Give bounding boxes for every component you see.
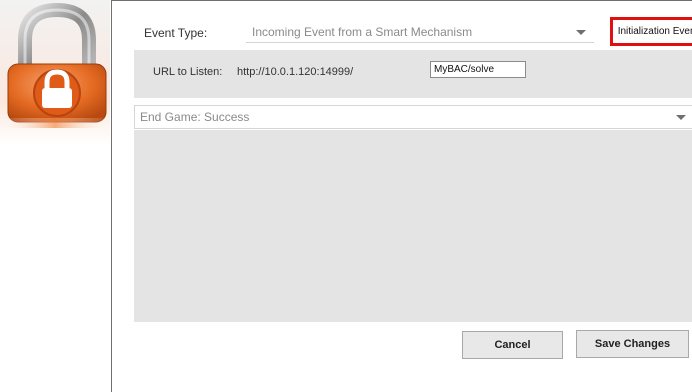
save-changes-button[interactable]: Save Changes [576, 330, 689, 358]
event-content-area [134, 130, 692, 322]
cancel-button[interactable]: Cancel [462, 331, 563, 359]
chevron-down-icon [676, 115, 686, 120]
url-value: http://10.0.1.120:14999/ [237, 66, 354, 78]
padlock-icon [0, 0, 110, 145]
url-path-input[interactable] [430, 61, 526, 78]
end-game-dropdown[interactable]: End Game: Success [134, 105, 692, 129]
chevron-down-icon [576, 30, 586, 35]
event-type-row: Event Type: Incoming Event from a Smart … [134, 14, 692, 50]
app-window: Event Type: Incoming Event from a Smart … [0, 0, 692, 392]
event-type-dropdown[interactable]: Incoming Event from a Smart Mechanism [246, 21, 594, 43]
event-type-label: Event Type: [144, 26, 208, 40]
end-game-selected: End Game: Success [140, 110, 250, 124]
url-to-listen-label: URL to Listen: [153, 66, 223, 78]
event-editor-dialog: Event Type: Incoming Event from a Smart … [111, 0, 692, 392]
url-panel: URL to Listen: http://10.0.1.120:14999/ [134, 50, 692, 98]
event-type-selected: Incoming Event from a Smart Mechanism [252, 25, 473, 39]
initialization-events-button[interactable]: Initialization Events [610, 17, 692, 46]
